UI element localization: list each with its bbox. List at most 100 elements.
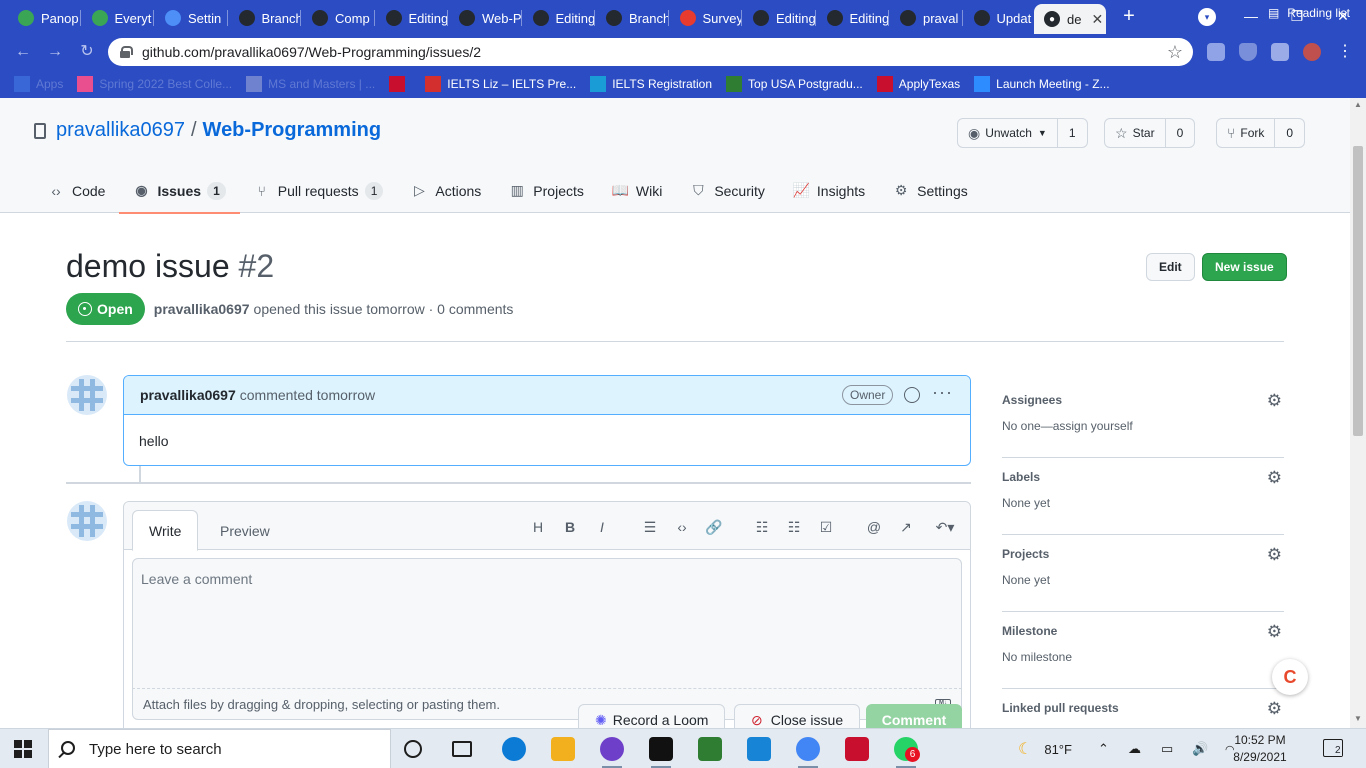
close-issue-button[interactable]: ⊘ Close issue [734,704,861,728]
kebab-horizontal-icon[interactable]: ··· [932,382,953,403]
task-view-icon[interactable] [452,741,472,757]
quote-icon[interactable]: ☰ [640,518,660,536]
tab-search-icon[interactable]: ▾ [1198,8,1216,26]
comment-timestamp[interactable]: commented tomorrow [240,387,375,403]
extensions-puzzle-icon[interactable] [1271,43,1289,61]
tab-insights[interactable]: 📈 Insights [779,168,879,213]
onedrive-cloud-icon[interactable]: ☁ [1128,729,1141,768]
file-explorer-icon[interactable] [551,737,575,761]
close-tab-icon[interactable]: ✕ [1091,11,1103,28]
bookmark-item[interactable]: Launch Meeting - Z... [974,76,1110,92]
app-green-icon[interactable] [698,737,722,761]
tab-active[interactable]: ● de ✕ [1034,4,1106,34]
cross-reference-icon[interactable]: ↗ [896,518,916,536]
tab-write[interactable]: Write [132,510,199,551]
tab-settings[interactable]: ⚙ Settings [879,168,982,213]
browser-tab[interactable]: Editing [743,4,816,32]
sidebar-heading[interactable]: Milestone [1002,624,1057,638]
edit-button[interactable]: Edit [1146,253,1195,281]
browser-tab[interactable]: Branch [596,4,669,32]
browser-tab[interactable]: Web-P [449,4,522,32]
saved-replies-icon[interactable]: ↶▾ [930,518,960,536]
tray-chevron-icon[interactable]: ⌃ [1098,729,1109,768]
mention-icon[interactable]: @ [864,518,884,536]
bulleted-list-icon[interactable]: ☷ [752,518,772,536]
extension-cloud-icon[interactable] [1207,43,1225,61]
comment-button[interactable]: Comment [866,704,962,728]
taskbar-search[interactable]: Type here to search [48,729,391,768]
tab-actions[interactable]: ▷ Actions [397,168,495,213]
repo-owner-link[interactable]: pravallika0697 [56,119,185,142]
sidebar-heading[interactable]: Projects [1002,547,1049,561]
new-tab-button[interactable]: + [1118,5,1140,27]
code-icon[interactable]: ‹› [672,518,692,536]
sidebar-heading[interactable]: Labels [1002,470,1040,484]
bookmark-item[interactable]: MS and Masters | ... [246,76,375,92]
reload-icon[interactable]: ↻ [76,41,98,63]
weather-widget[interactable]: ☾ 81°F [1018,729,1072,768]
extension-shield-icon[interactable] [1239,43,1257,61]
issue-author-link[interactable]: pravallika0697 [154,301,250,317]
watch-count[interactable]: 1 [1058,126,1087,140]
comment-author-link[interactable]: pravallika0697 [140,387,236,403]
mcafee-icon[interactable] [845,737,869,761]
star-button[interactable]: ☆ Star 0 [1104,118,1196,148]
gear-icon[interactable]: ⚙ [1267,468,1282,488]
browser-tab[interactable]: Survey [670,4,742,32]
menu-kebab-icon[interactable]: ⋮ [1334,41,1356,63]
profile-avatar[interactable] [1303,43,1321,61]
fork-count[interactable]: 0 [1275,126,1304,140]
browser-tab[interactable]: Editing [817,4,889,32]
avatar[interactable] [67,375,107,415]
edge-icon[interactable] [502,737,526,761]
comment-textarea[interactable]: Leave a comment [132,558,962,689]
gear-icon[interactable]: ⚙ [1267,545,1282,565]
repo-name-link[interactable]: Web-Programming [203,119,382,142]
scroll-down-icon[interactable]: ▼ [1354,714,1362,723]
browser-tab[interactable]: praval [890,4,963,32]
taskbar-clock[interactable]: 10:52 PM 8/29/2021 [1228,732,1292,766]
smiley-icon[interactable] [904,387,920,403]
bookmark-item[interactable]: Apps [14,76,63,92]
tab-issues[interactable]: ◉ Issues 1 [119,168,241,214]
volume-icon[interactable]: 🔊 [1192,729,1208,768]
notification-center-icon[interactable]: 2 [1323,739,1343,757]
fork-button[interactable]: ⑂ Fork 0 [1216,118,1306,148]
bookmark-item[interactable]: IELTS Registration [590,76,712,92]
browser-tab[interactable]: Updat [964,4,1036,32]
loom-floating-icon[interactable]: C [1272,659,1308,695]
github-desktop-icon[interactable] [600,737,624,768]
bookmark-star-icon[interactable]: ☆ [1167,42,1183,63]
sidebar-heading[interactable]: Assignees [1002,393,1062,407]
battery-icon[interactable]: ▭ [1161,729,1173,768]
browser-tab[interactable]: Everyt [82,4,154,32]
windows-start-icon[interactable] [14,740,32,758]
webstorm-icon[interactable] [649,737,673,768]
task-list-icon[interactable]: ☑ [816,518,836,536]
tab-code[interactable]: ‹› Code [34,168,119,213]
browser-tab[interactable]: Comp [302,4,375,32]
browser-tab[interactable]: Panop [8,4,81,32]
gear-icon[interactable]: ⚙ [1267,391,1282,411]
bookmark-item[interactable]: Top USA Postgradu... [726,76,863,92]
browser-tab[interactable]: Settin [155,4,228,32]
bookmark-item[interactable]: ApplyTexas [876,76,960,92]
tab-pull-requests[interactable]: ⑂ Pull requests 1 [240,168,398,213]
chrome-icon[interactable] [796,737,820,768]
settings-app-icon[interactable] [747,737,771,761]
bookmark-item[interactable]: Spring 2022 Best Colle... [77,76,232,92]
avatar[interactable] [67,501,107,541]
sidebar-value[interactable]: No one—assign yourself [1002,419,1133,433]
forward-arrow-icon[interactable]: → [44,41,66,63]
scrollbar-thumb[interactable] [1353,146,1363,436]
sidebar-heading[interactable]: Linked pull requests [1002,701,1119,715]
italic-icon[interactable]: I [592,518,612,536]
tab-preview[interactable]: Preview [204,510,286,551]
address-bar[interactable]: github.com/pravallika0697/Web-Programmin… [108,38,1193,66]
unwatch-button[interactable]: ◉ Unwatch ▼ 1 [957,118,1088,148]
gear-icon[interactable]: ⚙ [1267,622,1282,642]
browser-tab[interactable]: Editing [523,4,595,32]
browser-tab[interactable]: Editing [376,4,448,32]
numbered-list-icon[interactable]: ☷ [784,518,804,536]
tab-security[interactable]: ⛉ Security [676,168,779,213]
